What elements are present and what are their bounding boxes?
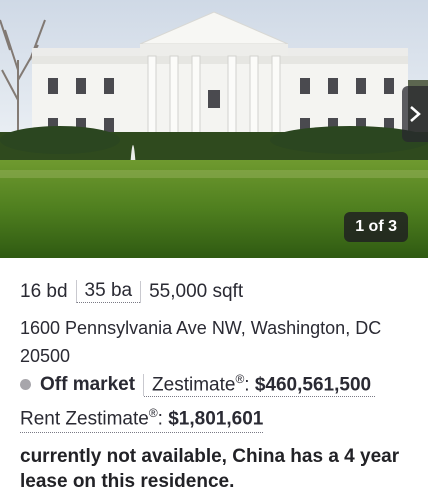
status-row: Off market Zestimate®: $460,561,500 xyxy=(20,372,376,398)
status-badge: Off market xyxy=(40,373,145,396)
rent-registered-mark: ® xyxy=(148,406,158,420)
status-dot-icon xyxy=(20,379,31,391)
sqft-count: 55,000 sqft xyxy=(140,280,251,303)
zestimate-label: Zestimate xyxy=(152,374,236,396)
listing-photo[interactable]: 1 of 3 xyxy=(0,0,428,258)
zestimate-registered-mark: ® xyxy=(235,372,245,386)
rent-zestimate-label: Rent Zestimate xyxy=(20,408,149,430)
baths-count[interactable]: 35 ba xyxy=(75,280,141,303)
listing-address: 1600 Pennsylvania Ave NW, Washington, DC… xyxy=(20,318,382,366)
beds-count: 16 bd xyxy=(20,280,68,302)
photo-counter: 1 of 3 xyxy=(344,212,408,242)
zestimate-value: $460,561,500 xyxy=(254,374,372,396)
listing-note: currently not available, China has a 4 y… xyxy=(20,446,400,492)
next-photo-button[interactable] xyxy=(402,86,428,142)
rent-zestimate-value: $1,801,601 xyxy=(168,408,264,430)
zestimate-link[interactable]: Zestimate®: $460,561,500 xyxy=(144,372,376,398)
listing-specs: 16 bd 35 ba 55,000 sqft xyxy=(20,280,251,303)
rent-zestimate-link[interactable]: Rent Zestimate®: $1,801,601 xyxy=(20,406,264,434)
chevron-right-icon xyxy=(410,106,421,122)
